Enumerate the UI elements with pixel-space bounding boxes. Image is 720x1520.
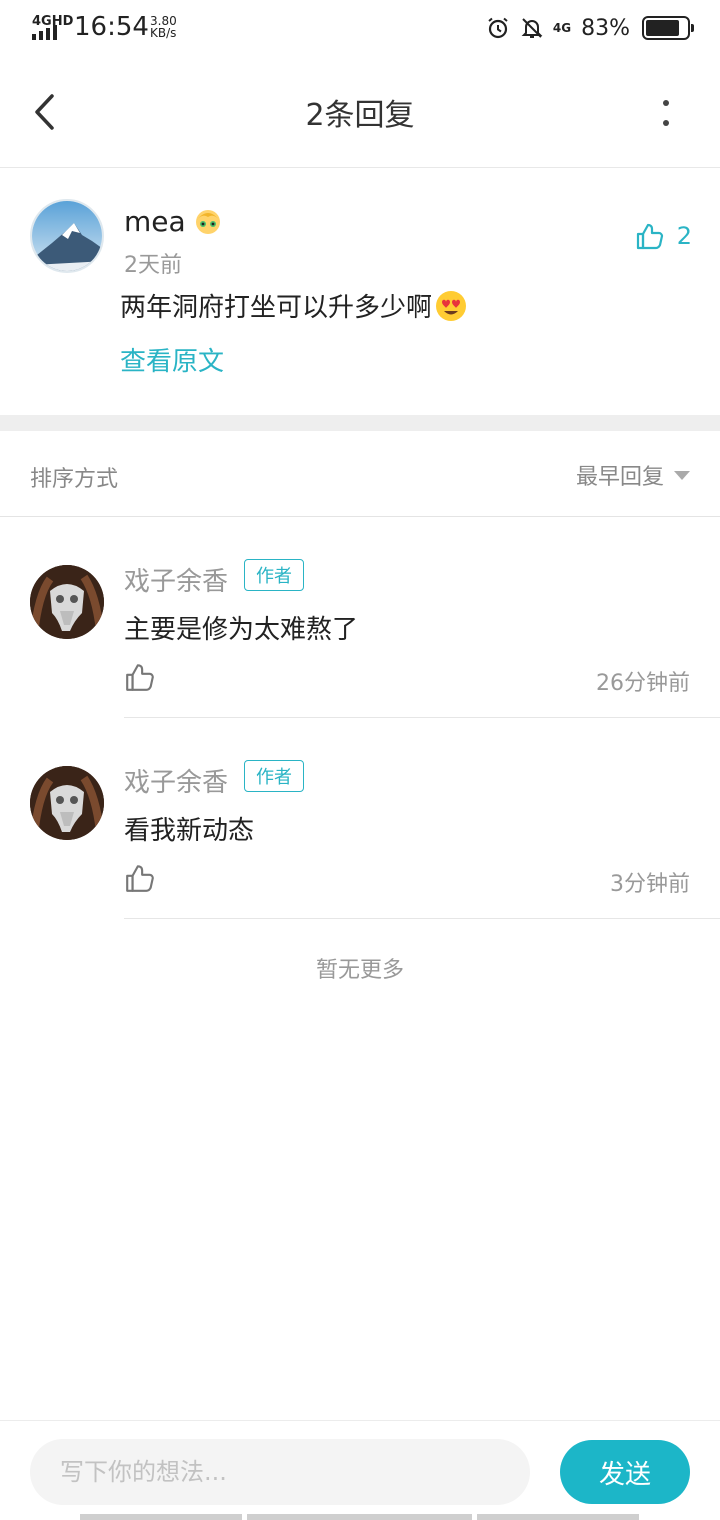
gesture-bar-right (477, 1514, 639, 1520)
reply-author-name[interactable]: 戏子余香 (124, 561, 228, 598)
author-badge: 作者 (244, 760, 304, 792)
sort-selected-value: 最早回复 (575, 465, 664, 490)
alarm-icon (485, 15, 511, 41)
original-comment: mea 2天前 两年洞府打坐可以升多少啊 查看原文 2 (0, 169, 720, 415)
post-author-avatar[interactable] (30, 199, 104, 273)
battery-icon (642, 16, 694, 40)
post-content: 两年洞府打坐可以升多少啊 (120, 287, 468, 324)
divider (124, 918, 720, 919)
mute-bell-icon (519, 15, 545, 41)
heart-eyes-emoji-icon (436, 290, 467, 321)
section-separator (0, 415, 720, 431)
sort-dropdown[interactable]: 最早回复 (576, 459, 690, 491)
more-button[interactable] (642, 88, 690, 138)
reply-text: 看我新动态 (124, 816, 255, 846)
no-more-text: 暂无更多 (315, 958, 404, 983)
post-author-name[interactable]: mea (124, 205, 186, 238)
status-bar: 4GHD 16:54 3.80 KB/s 4G 83% (0, 0, 720, 56)
sort-label: 排序方式 (30, 467, 119, 492)
thumbs-up-icon[interactable] (124, 661, 156, 693)
reply-text: 主要是修为太难熬了 (124, 615, 359, 645)
send-button[interactable]: 发送 (560, 1440, 690, 1504)
app-header: 2条回复 (0, 56, 720, 168)
sort-bar: 排序方式 最早回复 (0, 431, 720, 517)
thumbs-up-icon[interactable] (124, 862, 156, 894)
signal-icon: 4GHD (32, 14, 73, 42)
gesture-bar-left (80, 1514, 242, 1520)
caret-down-icon (674, 470, 690, 480)
reply-time: 26分钟前 (596, 671, 690, 696)
reply-author-avatar[interactable] (30, 565, 104, 639)
post-content-text: 两年洞府打坐可以升多少啊 (120, 293, 433, 323)
post-like-button[interactable]: 2 (635, 221, 692, 251)
page-title: 2条回复 (305, 98, 415, 133)
battery-percent: 83% (581, 15, 630, 41)
clock: 16:54 (74, 12, 149, 42)
reply-author-avatar[interactable] (30, 766, 104, 840)
view-original-link[interactable]: 查看原文 (120, 341, 224, 378)
post-time: 2天前 (124, 253, 182, 278)
comment-input[interactable] (30, 1439, 530, 1505)
reply-item: 戏子余香 作者 看我新动态 3分钟前 (0, 718, 720, 919)
gesture-bar-center (247, 1514, 472, 1520)
author-badge: 作者 (244, 559, 304, 591)
reply-item: 戏子余香 作者 主要是修为太难熬了 26分钟前 (0, 517, 720, 718)
post-like-count: 2 (676, 222, 692, 250)
more-vertical-icon (663, 100, 669, 126)
thumbs-up-icon (636, 223, 663, 250)
reply-time: 3分钟前 (610, 872, 690, 897)
character-badge-icon (192, 205, 224, 237)
speed-unit: KB/s (150, 26, 177, 40)
network-speed: 3.80 KB/s (150, 15, 177, 39)
comment-bar: 发送 (0, 1420, 720, 1520)
reply-author-name[interactable]: 戏子余香 (124, 762, 228, 799)
mobile-data-icon: 4G (552, 21, 572, 35)
